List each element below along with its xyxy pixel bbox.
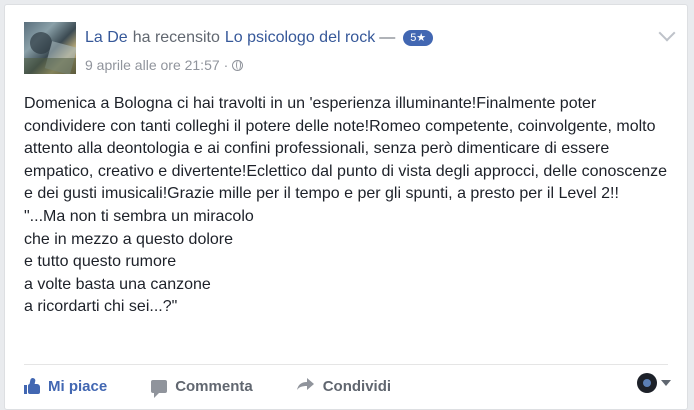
share-arrow-icon bbox=[296, 377, 315, 395]
viewer-avatar-icon bbox=[637, 373, 657, 393]
action-text: ha recensito bbox=[132, 29, 220, 46]
like-label: Mi piace bbox=[48, 377, 108, 395]
header-dash: — bbox=[379, 29, 396, 46]
viewer-selector[interactable] bbox=[637, 373, 671, 393]
timestamp-link[interactable]: 9 aprile alle ore 21:57 bbox=[85, 57, 220, 73]
share-label: Condividi bbox=[322, 377, 392, 395]
caret-down-icon bbox=[661, 380, 671, 386]
chevron-down-icon[interactable] bbox=[658, 24, 676, 42]
post-actions-bar: Mi piace Commenta Condividi bbox=[24, 371, 435, 401]
comment-label: Commenta bbox=[175, 377, 253, 395]
like-button[interactable]: Mi piace bbox=[24, 378, 107, 395]
globe-icon[interactable] bbox=[232, 59, 244, 71]
post-body: Domenica a Bologna ci hai travolti in un… bbox=[24, 93, 676, 319]
post-meta: 9 aprile alle ore 21:57 · bbox=[85, 57, 244, 73]
share-button[interactable]: Condividi bbox=[296, 377, 392, 395]
quote-line: "...Ma non ti sembra un miracolo bbox=[24, 207, 254, 225]
rating-badge: 5★ bbox=[403, 30, 434, 46]
page-name-link[interactable]: Lo psicologo del rock bbox=[225, 29, 375, 47]
quote-line: a volte basta una canzone bbox=[24, 275, 211, 293]
review-post-card: La De ha recensito Lo psicologo del rock… bbox=[4, 4, 688, 410]
quote-line: che in mezzo a questo dolore bbox=[24, 230, 234, 248]
post-header: La De ha recensito Lo psicologo del rock… bbox=[85, 29, 434, 47]
quote-line: a ricordarti chi sei...?" bbox=[24, 298, 178, 316]
review-paragraph: Domenica a Bologna ci hai travolti in un… bbox=[24, 95, 668, 203]
quote-line: e tutto questo rumore bbox=[24, 253, 177, 271]
meta-separator: · bbox=[223, 57, 229, 73]
author-name-link[interactable]: La De bbox=[85, 29, 128, 47]
author-avatar[interactable] bbox=[24, 22, 76, 74]
thumbs-up-icon bbox=[24, 377, 40, 394]
actions-divider bbox=[24, 364, 668, 365]
comment-bubble-icon bbox=[151, 379, 168, 398]
comment-button[interactable]: Commenta bbox=[151, 377, 253, 398]
